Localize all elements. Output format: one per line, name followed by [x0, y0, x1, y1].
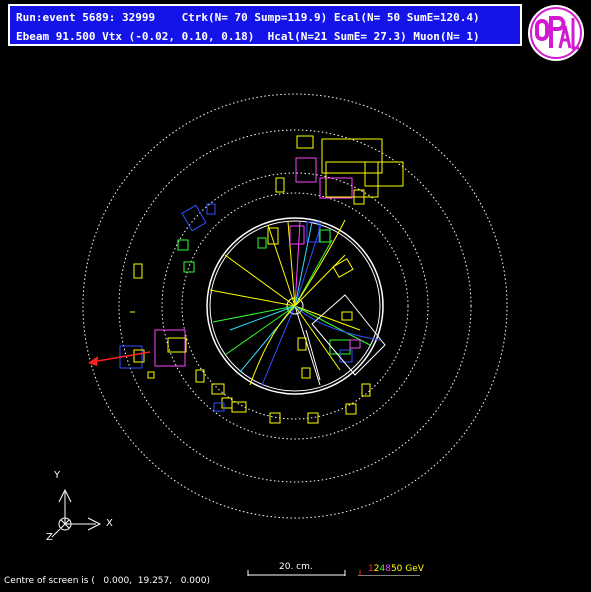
- event-info-header: Run:event 5689: 32999 Ctrk(N= 70 Sump=11…: [8, 4, 522, 46]
- event-display: [51, 93, 508, 576]
- axis-x-label: X: [106, 518, 113, 529]
- energy-digit-50gev: 50 GeV: [390, 564, 424, 574]
- energy-scale-label: 124850 GeV: [368, 564, 424, 574]
- event-info-line-1: Run:event 5689: 32999 Ctrk(N= 70 Sump=11…: [16, 11, 480, 24]
- event-info-line-2: Ebeam 91.500 Vtx (-0.02, 0.10, 0.18) Hca…: [16, 30, 480, 43]
- axis-y-label: Y: [54, 470, 61, 481]
- screen-centre-readout: Centre of screen is ( 0.000, 19.257, 0.0…: [4, 576, 210, 586]
- axis-z-label: Z: [46, 532, 53, 543]
- axis-triad: [51, 488, 102, 538]
- scale-bar-label: 20. cm.: [279, 562, 313, 572]
- muon-arrow: [88, 351, 151, 366]
- calorimeter-clusters: [119, 135, 404, 424]
- opal-logo: [528, 5, 584, 61]
